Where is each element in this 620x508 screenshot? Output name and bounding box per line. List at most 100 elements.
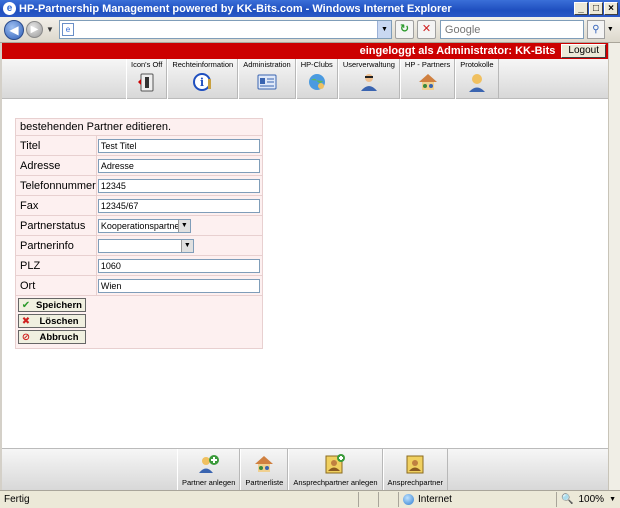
search-button[interactable]: ⚲: [586, 20, 605, 39]
bottom-partnerliste[interactable]: Partnerliste: [240, 449, 289, 490]
fax-input[interactable]: [97, 198, 260, 213]
form-row-titel: Titel: [15, 135, 263, 156]
adresse-label: Adresse: [15, 155, 97, 176]
menu-rechteinformation[interactable]: Rechteinformation i: [167, 59, 239, 99]
protocol-user-icon: [468, 74, 485, 92]
globe-users-icon: [308, 74, 325, 90]
ie-logo-icon: e: [3, 2, 16, 15]
partnerinfo-select[interactable]: ▼: [97, 238, 194, 253]
menu-userverwaltung[interactable]: Userverwaltung: [337, 59, 400, 99]
partnerstatus-value: Kooperationspartner: [100, 220, 178, 231]
menu-icons-off[interactable]: Icon's Off: [126, 59, 168, 99]
partner-edit-form: bestehenden Partner editieren. Titel Adr…: [15, 118, 263, 349]
plz-input[interactable]: [97, 258, 260, 273]
address-toolbar: ◀ ▶ ▼ e ▼ ↻ ✕ ⚲ ▼: [0, 17, 620, 43]
delete-x-icon: ✖: [21, 315, 31, 327]
user-admin-icon: [360, 74, 377, 91]
ort-input[interactable]: [97, 278, 260, 293]
admin-card-icon: [257, 74, 277, 90]
status-bar: Fertig Internet 🔍 100% ▼: [0, 490, 620, 508]
partnerinfo-label: Partnerinfo: [15, 235, 97, 256]
logout-button[interactable]: Logout: [561, 44, 606, 58]
prohibited-icon: ⊘: [21, 331, 31, 343]
login-bar: eingeloggt als Administrator: KK-Bits Lo…: [2, 43, 608, 59]
window-controls: _ □ ×: [574, 2, 618, 15]
back-button[interactable]: ◀: [4, 19, 24, 40]
url-input[interactable]: [73, 21, 377, 38]
vertical-scrollbar[interactable]: [608, 43, 620, 490]
bottom-label: Partner anlegen: [182, 478, 236, 487]
menu-label: Userverwaltung: [342, 60, 395, 69]
bottom-ansprechpartner[interactable]: Ansprechpartner: [382, 449, 448, 490]
maximize-button[interactable]: □: [589, 2, 603, 15]
history-dropdown-icon[interactable]: ▼: [46, 25, 54, 34]
checkmark-icon: ✔: [21, 299, 31, 311]
window-titlebar: e HP-Partnership Management powered by K…: [0, 0, 620, 17]
chevron-down-icon[interactable]: ▼: [609, 496, 616, 503]
form-row-adresse: Adresse: [15, 155, 263, 176]
menu-label: Protokolle: [460, 60, 494, 69]
fax-label: Fax: [15, 195, 97, 216]
telefonnummer-input[interactable]: [97, 178, 260, 193]
form-heading: bestehenden Partner editieren.: [15, 118, 263, 136]
menu-protokolle[interactable]: Protokolle: [455, 59, 499, 99]
bottom-label: Partnerliste: [245, 478, 284, 487]
partners-house-icon: [418, 74, 437, 90]
bottom-partner-anlegen[interactable]: Partner anlegen: [177, 449, 241, 490]
bottom-menu: Partner anlegen Partnerliste Ansprechpar…: [2, 448, 608, 490]
minimize-button[interactable]: _: [574, 2, 588, 15]
bottom-ansprechpartner-anlegen[interactable]: Ansprechpartner anlegen: [288, 449, 383, 490]
zoom-level: 100%: [578, 494, 605, 505]
add-partner-icon: [198, 455, 219, 473]
zoom-icon: 🔍: [561, 494, 574, 505]
form-row-ort: Ort: [15, 275, 263, 296]
adresse-input[interactable]: [97, 158, 260, 173]
top-menu: Icon's Off Rechteinformation i Administr…: [2, 59, 608, 99]
form-actions: ✔ Speichern ✖ Löschen ⊘ Abbruch: [15, 295, 263, 349]
partnerstatus-label: Partnerstatus: [15, 215, 97, 236]
refresh-button[interactable]: ↻: [394, 20, 414, 39]
search-input[interactable]: [439, 20, 584, 39]
address-bar: e ▼: [58, 20, 392, 39]
delete-button[interactable]: ✖ Löschen: [18, 314, 86, 328]
page-icon: e: [61, 23, 74, 36]
menu-hp-clubs[interactable]: HP-Clubs: [295, 59, 338, 99]
cancel-button[interactable]: ⊘ Abbruch: [18, 330, 86, 344]
partner-list-icon: [255, 456, 274, 472]
menu-label: Administration: [243, 60, 291, 69]
menu-hp-partners[interactable]: HP - Partners: [399, 59, 456, 99]
chevron-down-icon[interactable]: ▼: [180, 239, 193, 252]
form-row-partnerstatus: Partnerstatus Kooperationspartner ▼: [15, 215, 263, 236]
chevron-down-icon[interactable]: ▼: [177, 219, 190, 232]
save-button[interactable]: ✔ Speichern: [18, 298, 86, 312]
telefonnummer-label: Telefonnummer: [15, 175, 97, 196]
stop-button[interactable]: ✕: [416, 20, 436, 39]
menu-label: HP - Partners: [404, 60, 451, 69]
globe-icon: [403, 494, 414, 505]
add-contact-icon: [325, 454, 346, 474]
security-zone[interactable]: Internet: [398, 492, 556, 507]
form-row-fax: Fax: [15, 195, 263, 216]
search-dropdown-icon[interactable]: ▼: [607, 26, 614, 33]
titel-label: Titel: [15, 135, 97, 156]
menu-label: Icon's Off: [131, 60, 163, 69]
ort-label: Ort: [15, 275, 97, 296]
zone-label: Internet: [418, 494, 452, 505]
menu-administration[interactable]: Administration: [238, 59, 296, 99]
close-button[interactable]: ×: [604, 2, 618, 15]
partnerstatus-select[interactable]: Kooperationspartner ▼: [97, 218, 191, 233]
titel-input[interactable]: [97, 138, 260, 153]
zoom-control[interactable]: 🔍 100% ▼: [556, 492, 620, 507]
forward-button[interactable]: ▶: [26, 21, 43, 38]
bottom-label: Ansprechpartner anlegen: [293, 478, 378, 487]
menu-label: HP-Clubs: [300, 60, 333, 69]
page-viewport: eingeloggt als Administrator: KK-Bits Lo…: [0, 43, 608, 490]
url-dropdown-icon[interactable]: ▼: [376, 21, 391, 38]
plz-label: PLZ: [15, 255, 97, 276]
menu-label: Rechteinformation: [172, 60, 234, 69]
window-title: HP-Partnership Management powered by KK-…: [19, 2, 452, 15]
bottom-label: Ansprechpartner: [387, 478, 443, 487]
form-row-telefonnummer: Telefonnummer: [15, 175, 263, 196]
toggle-icon: [137, 73, 154, 92]
status-text: Fertig: [4, 494, 30, 505]
